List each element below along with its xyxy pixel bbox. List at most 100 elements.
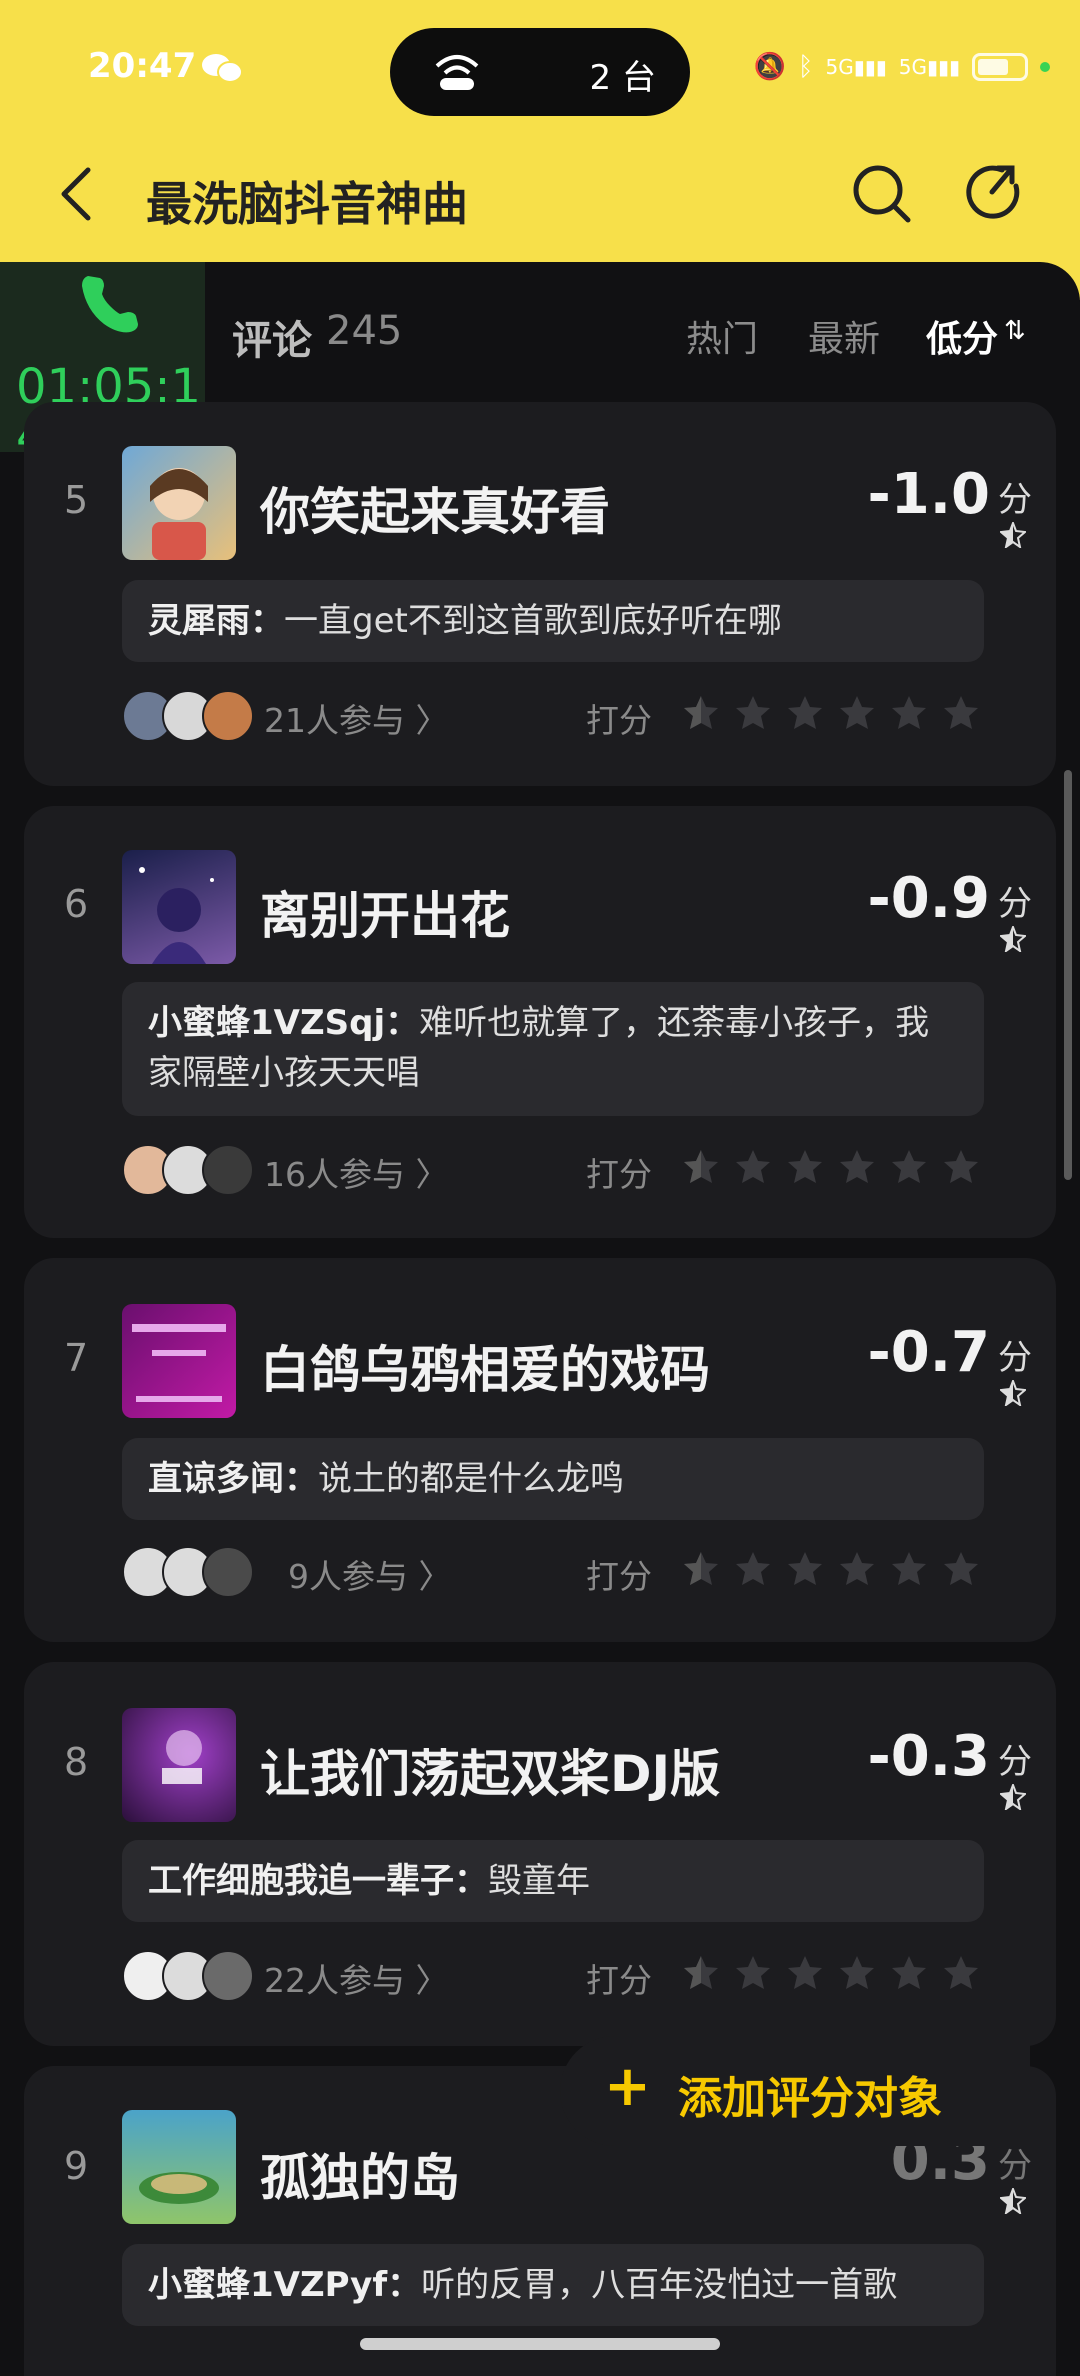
back-arrow-icon[interactable]	[52, 164, 102, 224]
battery-icon	[972, 53, 1028, 81]
half-star-icon[interactable]	[682, 1954, 720, 1992]
half-star-icon[interactable]	[682, 1148, 720, 1186]
device-count: 2 台	[589, 58, 656, 98]
avatar	[202, 1546, 254, 1598]
song-title: 让我们荡起双桨DJ版	[260, 1745, 721, 1803]
participants-link[interactable]: 21人参与 〉	[264, 694, 448, 742]
avatar	[202, 1144, 254, 1196]
comment-text: 听的反胃，八百年没怕过一首歌	[421, 2265, 898, 2305]
song-cover-image[interactable]	[122, 1304, 236, 1418]
system-icons: 🔕 ᛒ 5G▮▮▮ 5G▮▮▮	[753, 52, 1050, 82]
song-title: 离别开出花	[260, 887, 510, 945]
participants-link[interactable]: 22人参与 〉	[264, 1954, 448, 2002]
star-icon[interactable]	[734, 1550, 772, 1588]
top-comment[interactable]: 小蜜蜂1VZPyf：听的反胃，八百年没怕过一首歌	[122, 2244, 984, 2326]
star-icon[interactable]	[838, 694, 876, 732]
rating-stars[interactable]	[682, 1954, 980, 1992]
comment-text: 毁童年	[488, 1861, 590, 1901]
status-bar: 20:47 2 台 🔕 ᛒ 5G▮▮▮ 5G▮▮▮	[0, 0, 1080, 140]
half-star-icon	[1000, 1380, 1026, 1406]
sort-hot-tab[interactable]: 热门	[686, 310, 758, 362]
star-icon[interactable]	[890, 1550, 928, 1588]
star-icon[interactable]	[734, 1954, 772, 1992]
song-score: -0.7	[867, 1320, 990, 1385]
share-icon[interactable]	[964, 162, 1026, 224]
song-score: -1.0	[867, 462, 990, 527]
rate-label: 打分	[586, 701, 652, 740]
half-star-icon[interactable]	[682, 1550, 720, 1588]
top-comment[interactable]: 小蜜蜂1VZSqj：难听也就算了，还荼毒小孩子，我家隔壁小孩天天唱	[122, 982, 984, 1116]
half-star-icon	[1000, 522, 1026, 548]
score-unit: 分	[998, 884, 1032, 924]
sort-low-tab[interactable]: 低分	[926, 310, 998, 362]
search-icon[interactable]	[850, 162, 912, 224]
song-title: 孤独的岛	[260, 2149, 460, 2207]
star-icon[interactable]	[838, 1550, 876, 1588]
star-icon[interactable]	[734, 694, 772, 732]
participants-link[interactable]: 16人参与 〉	[264, 1148, 448, 1196]
star-icon[interactable]	[890, 694, 928, 732]
star-icon[interactable]	[942, 1550, 980, 1588]
rating-stars[interactable]	[682, 694, 980, 732]
star-icon[interactable]	[890, 1954, 928, 1992]
signal-1-icon: 5G▮▮▮	[825, 55, 887, 79]
rank-number: 6	[64, 882, 89, 926]
add-rating-target-label: 添加评分对象	[678, 2073, 942, 2124]
song-cover-image[interactable]	[122, 2110, 236, 2224]
star-icon[interactable]	[942, 1954, 980, 1992]
rate-label: 打分	[586, 1961, 652, 2000]
star-icon[interactable]	[786, 694, 824, 732]
star-icon[interactable]	[838, 1954, 876, 1992]
comment-user: 直谅多闻：	[148, 1459, 318, 1499]
comments-count: 245	[326, 308, 403, 354]
phone-icon	[74, 270, 144, 340]
comment-user: 工作细胞我追一辈子：	[148, 1861, 488, 1901]
home-indicator[interactable]	[360, 2338, 720, 2350]
top-comment[interactable]: 工作细胞我追一辈子：毁童年	[122, 1840, 984, 1922]
rate-label: 打分	[586, 1155, 652, 1194]
comment-user: 小蜜蜂1VZPyf：	[148, 2265, 422, 2305]
participant-avatars	[122, 690, 254, 742]
half-star-icon[interactable]	[682, 694, 720, 732]
song-cover-image[interactable]	[122, 850, 236, 964]
signal-2-icon: 5G▮▮▮	[898, 55, 960, 79]
rating-stars[interactable]	[682, 1550, 980, 1588]
star-icon[interactable]	[786, 1148, 824, 1186]
song-score: -0.9	[867, 866, 990, 931]
dynamic-island[interactable]: 2 台	[390, 28, 690, 116]
top-comment[interactable]: 直谅多闻：说土的都是什么龙鸣	[122, 1438, 984, 1520]
comment-user: 小蜜蜂1VZSqj：	[148, 1003, 420, 1043]
song-cover-image[interactable]	[122, 446, 236, 560]
hotspot-icon	[432, 48, 482, 94]
star-icon[interactable]	[942, 694, 980, 732]
top-comment[interactable]: 灵犀雨：一直get不到这首歌到底好听在哪	[122, 580, 984, 662]
rank-number: 5	[64, 478, 89, 522]
song-cover-image[interactable]	[122, 1708, 236, 1822]
star-icon[interactable]	[786, 1550, 824, 1588]
avatar	[202, 1950, 254, 2002]
mute-icon: 🔕	[753, 52, 786, 82]
score-unit: 分	[998, 1338, 1032, 1378]
status-time: 20:47	[88, 46, 197, 86]
avatar	[202, 690, 254, 742]
half-star-icon	[1000, 926, 1026, 952]
sort-new-tab[interactable]: 最新	[808, 310, 880, 362]
participant-avatars	[122, 1950, 254, 2002]
scrollbar[interactable]	[1064, 770, 1072, 1180]
rank-number: 8	[64, 1740, 89, 1784]
add-rating-target-button[interactable]: + 添加评分对象	[560, 2036, 1030, 2146]
wechat-icon	[200, 52, 244, 84]
star-icon[interactable]	[942, 1148, 980, 1186]
comments-tab[interactable]: 评论	[232, 308, 312, 366]
song-title: 白鸽乌鸦相爱的戏码	[260, 1341, 710, 1399]
star-icon[interactable]	[838, 1148, 876, 1186]
score-unit: 分	[998, 1742, 1032, 1782]
rating-stars[interactable]	[682, 1148, 980, 1186]
star-icon[interactable]	[890, 1148, 928, 1186]
star-icon[interactable]	[734, 1148, 772, 1186]
participant-avatars	[122, 1144, 254, 1196]
star-icon[interactable]	[786, 1954, 824, 1992]
sort-order-icon[interactable]: ⇅	[1004, 316, 1026, 346]
participants-link[interactable]: 9人参与 〉	[288, 1550, 452, 1598]
half-star-icon	[1000, 1784, 1026, 1810]
